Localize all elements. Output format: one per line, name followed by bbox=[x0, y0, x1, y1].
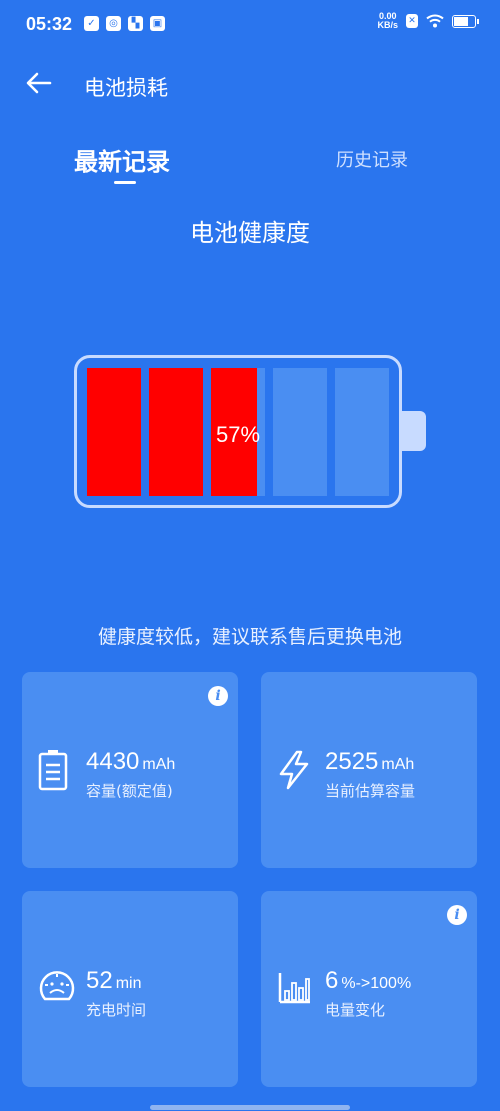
card-value: 4430 mAh bbox=[86, 748, 175, 776]
card-label: 当前估算容量 bbox=[325, 782, 416, 800]
lightning-icon bbox=[279, 750, 309, 790]
value-number: 6 bbox=[325, 967, 339, 994]
header: 电池损耗 bbox=[0, 62, 500, 106]
notification-icons: ✓ ◎ ▚ ▣ bbox=[84, 16, 165, 31]
health-message: 健康度较低，建议联系售后更换电池 bbox=[97, 626, 402, 648]
value-number: 52 bbox=[86, 967, 113, 994]
back-arrow-icon[interactable] bbox=[24, 68, 54, 98]
card-charge-change: i 6 %->100% 电量变化 bbox=[261, 891, 477, 1087]
status-time: 05:32 bbox=[26, 14, 73, 34]
value-number: 2525 bbox=[325, 748, 379, 775]
status-right: 0.00 KB/s ✕ bbox=[377, 12, 479, 30]
value-unit: min bbox=[115, 975, 142, 992]
card-value: 6 %->100% bbox=[325, 967, 411, 995]
net-speed: 0.00 KB/s bbox=[377, 12, 398, 30]
battery-tip bbox=[402, 411, 426, 451]
card-charging-time: 52 min 充电时间 bbox=[22, 891, 238, 1087]
page-title: 电池损耗 bbox=[84, 76, 168, 100]
card-value: 52 min bbox=[86, 967, 141, 995]
value-unit: mAh bbox=[381, 756, 415, 773]
battery-health-graphic: 57% bbox=[74, 355, 402, 508]
battery-indicator-icon bbox=[452, 14, 479, 28]
card-value: 2525 mAh bbox=[325, 748, 414, 776]
value-unit: mAh bbox=[142, 756, 176, 773]
card-label: 电量变化 bbox=[325, 1001, 386, 1019]
app-badge-icon: ▣ bbox=[150, 16, 165, 31]
wifi-icon bbox=[426, 14, 444, 28]
tab-history-record[interactable]: 历史记录 bbox=[336, 146, 408, 172]
grid-app-icon: ▚ bbox=[128, 16, 143, 31]
no-sim-icon: ✕ bbox=[406, 14, 418, 28]
info-icon[interactable]: i bbox=[208, 686, 228, 706]
value-number: 4430 bbox=[86, 748, 140, 775]
info-icon[interactable]: i bbox=[447, 905, 467, 925]
active-tab-indicator bbox=[114, 181, 136, 184]
battery-health-percent: 57% bbox=[215, 422, 261, 447]
card-estimated-capacity: 2525 mAh 当前估算容量 bbox=[261, 672, 477, 868]
card-rated-capacity: i 4430 mAh 容量(额定值) bbox=[22, 672, 238, 868]
check-icon: ✓ bbox=[84, 16, 99, 31]
card-label: 充电时间 bbox=[86, 1001, 147, 1019]
bar-chart-icon bbox=[278, 973, 310, 1004]
app-notification-icon: ◎ bbox=[106, 16, 121, 31]
section-title: 电池健康度 bbox=[190, 219, 310, 247]
home-indicator bbox=[150, 1105, 350, 1110]
speedometer-icon bbox=[39, 971, 75, 1001]
net-speed-unit: KB/s bbox=[377, 20, 398, 30]
value-unit: %->100% bbox=[341, 975, 412, 992]
status-bar: 05:32 ✓ ◎ ▚ ▣ 0.00 KB/s ✕ bbox=[0, 0, 500, 50]
battery-outline-icon bbox=[38, 750, 68, 791]
card-label: 容量(额定值) bbox=[86, 782, 173, 800]
tab-latest-record[interactable]: 最新记录 bbox=[74, 142, 170, 177]
battery-indicator-fill bbox=[454, 16, 468, 26]
